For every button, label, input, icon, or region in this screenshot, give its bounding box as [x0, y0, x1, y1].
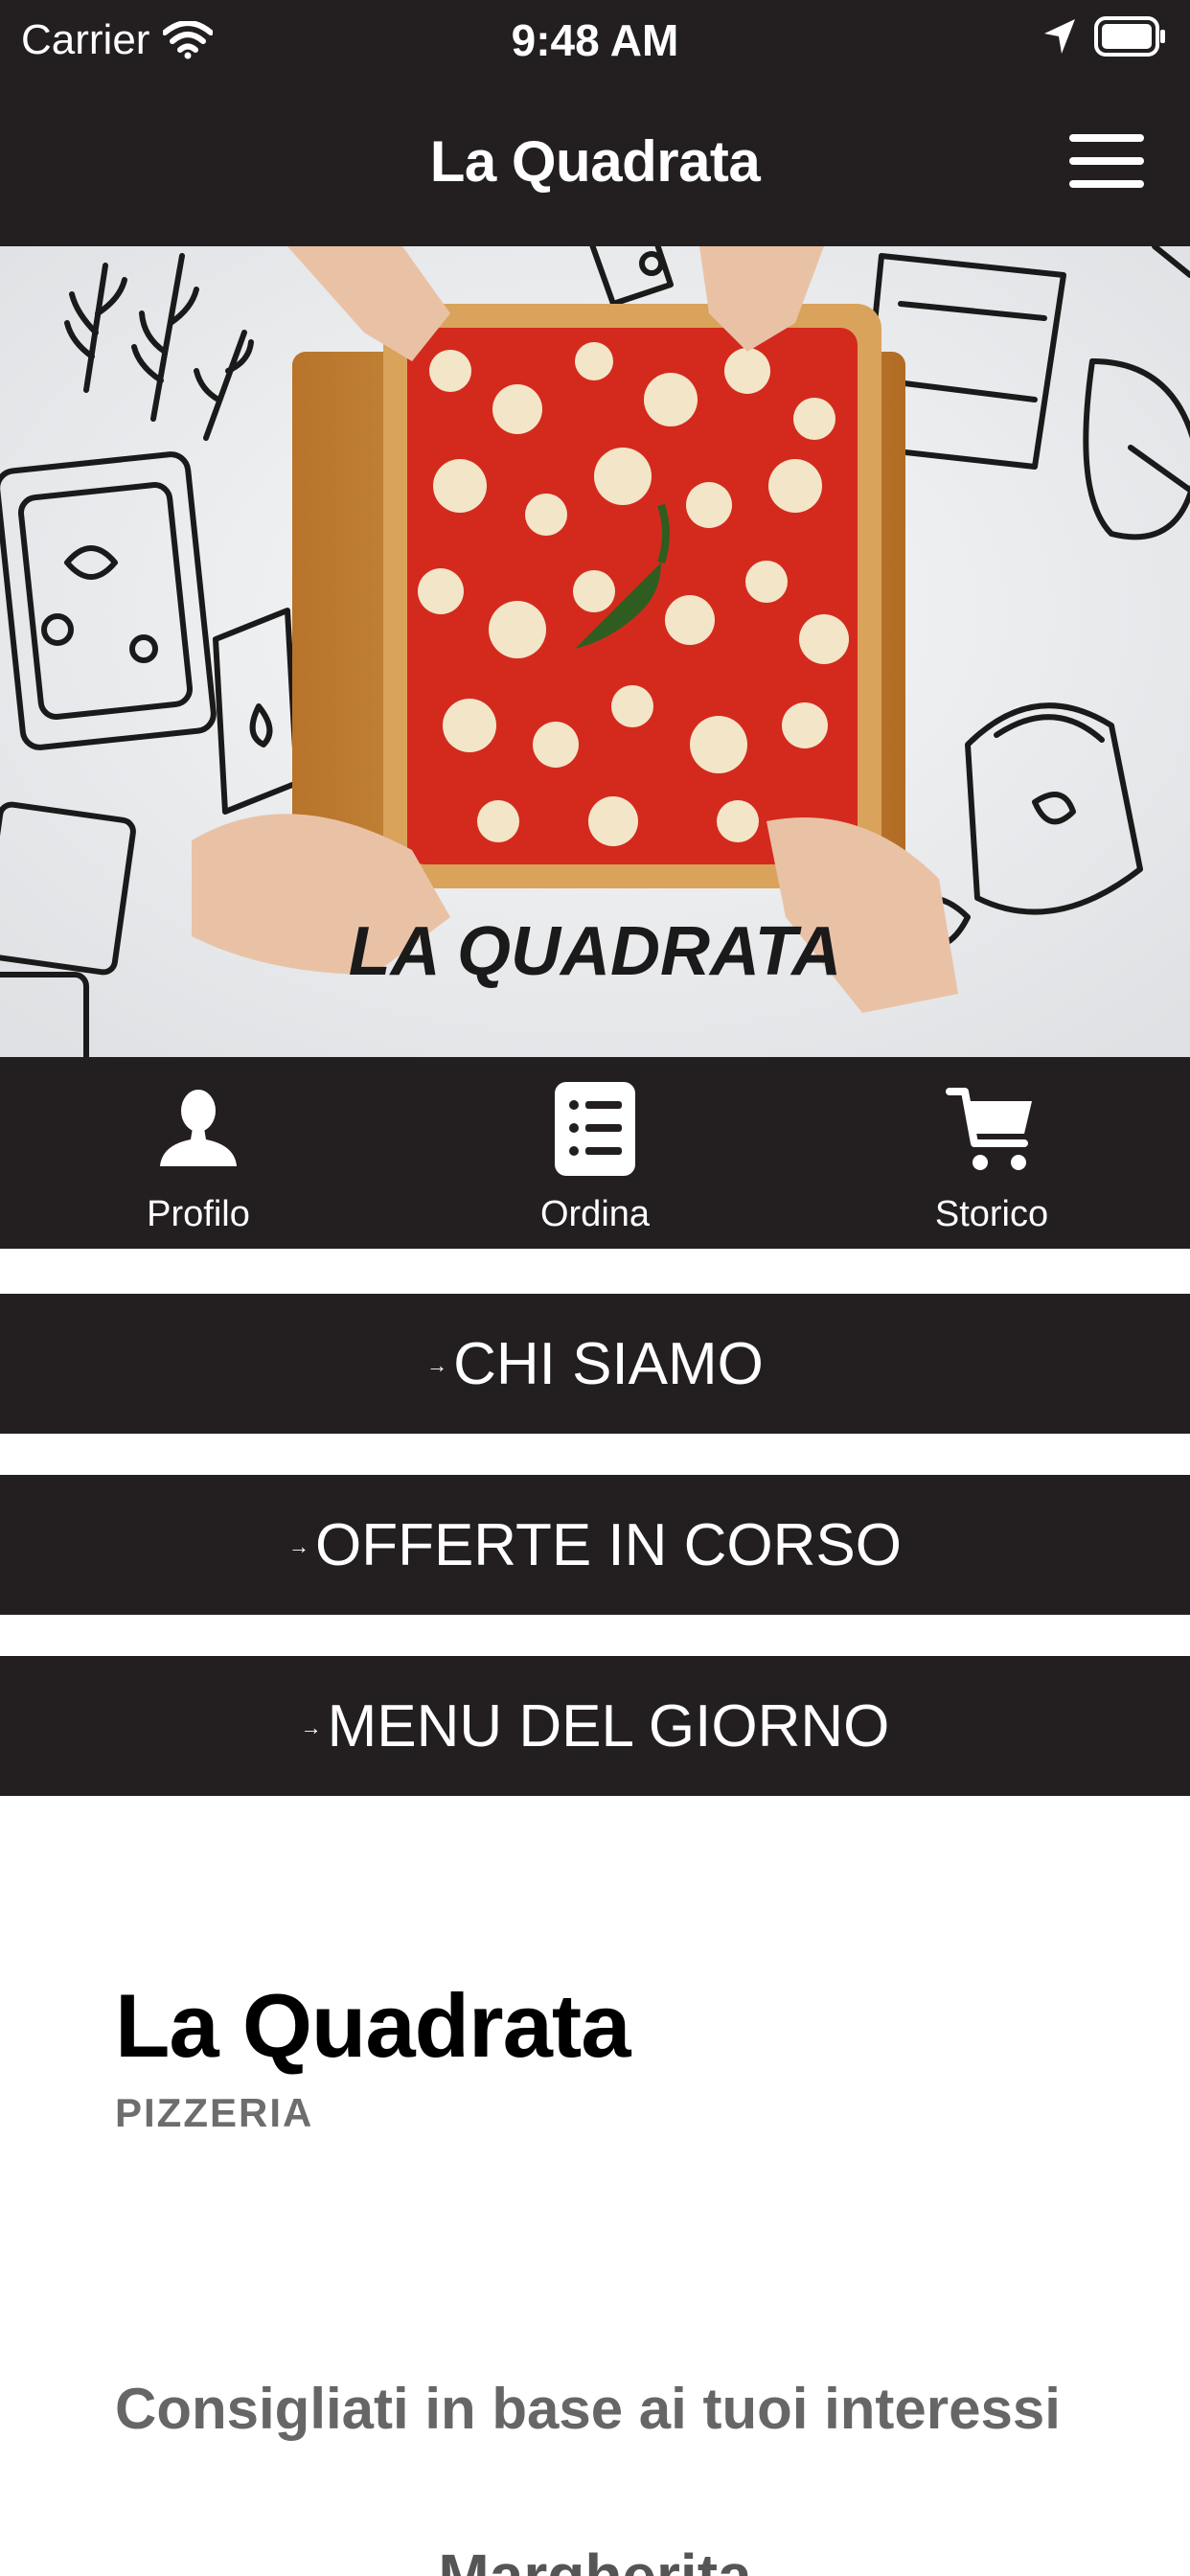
tab-profilo[interactable]: Profilo: [0, 1057, 397, 1249]
recommended-item-name: Margherita: [438, 2542, 752, 2576]
battery-icon: [1094, 16, 1165, 57]
page-title: La Quadrata: [429, 129, 761, 194]
menu-del-giorno-button[interactable]: → MENU DEL GIORNO: [0, 1656, 1190, 1796]
tab-bar: Profilo Ordina Storico: [0, 1057, 1190, 1249]
arrow-right-icon: →: [426, 1353, 448, 1377]
business-name: La Quadrata: [115, 1975, 630, 2076]
hamburger-menu-icon[interactable]: [1069, 130, 1146, 192]
cart-icon: [946, 1088, 1032, 1170]
status-time: 9:48 AM: [511, 15, 679, 65]
status-right: [1042, 15, 1167, 58]
tab-label-ordina: Ordina: [539, 1194, 651, 1234]
tab-ordina[interactable]: Ordina: [397, 1057, 793, 1249]
hero-image: LA QUADRATA: [0, 246, 1190, 1057]
tab-label-profilo: Profilo: [147, 1194, 250, 1234]
chi-siamo-label: CHI SIAMO: [453, 1330, 764, 1397]
recommended-item[interactable]: Margherita: [0, 2542, 1190, 2576]
pizza-illustration: LA QUADRATA: [0, 246, 1190, 1057]
tab-label-storico: Storico: [934, 1194, 1049, 1234]
offerte-in-corso-button[interactable]: → OFFERTE IN CORSO: [0, 1475, 1190, 1615]
chi-siamo-button[interactable]: → CHI SIAMO: [0, 1294, 1190, 1434]
nav-bar: La Quadrata: [0, 80, 1190, 246]
location-arrow-icon: [1044, 19, 1075, 54]
menu-del-giorno-label: MENU DEL GIORNO: [327, 1692, 890, 1760]
status-bar: Carrier 9:48 AM: [0, 0, 1190, 80]
offerte-in-corso-label: OFFERTE IN CORSO: [314, 1511, 902, 1578]
arrow-right-icon: →: [300, 1715, 322, 1739]
business-category: PIZZERIA: [115, 2090, 314, 2135]
hero-logo-text: LA QUADRATA: [349, 913, 842, 990]
tab-storico[interactable]: Storico: [793, 1057, 1190, 1249]
arrow-right-icon: →: [287, 1534, 309, 1558]
user-icon: [160, 1090, 237, 1166]
recommended-section-title: Consigliati in base ai tuoi interessi: [115, 2377, 1061, 2441]
list-icon: [555, 1082, 635, 1176]
